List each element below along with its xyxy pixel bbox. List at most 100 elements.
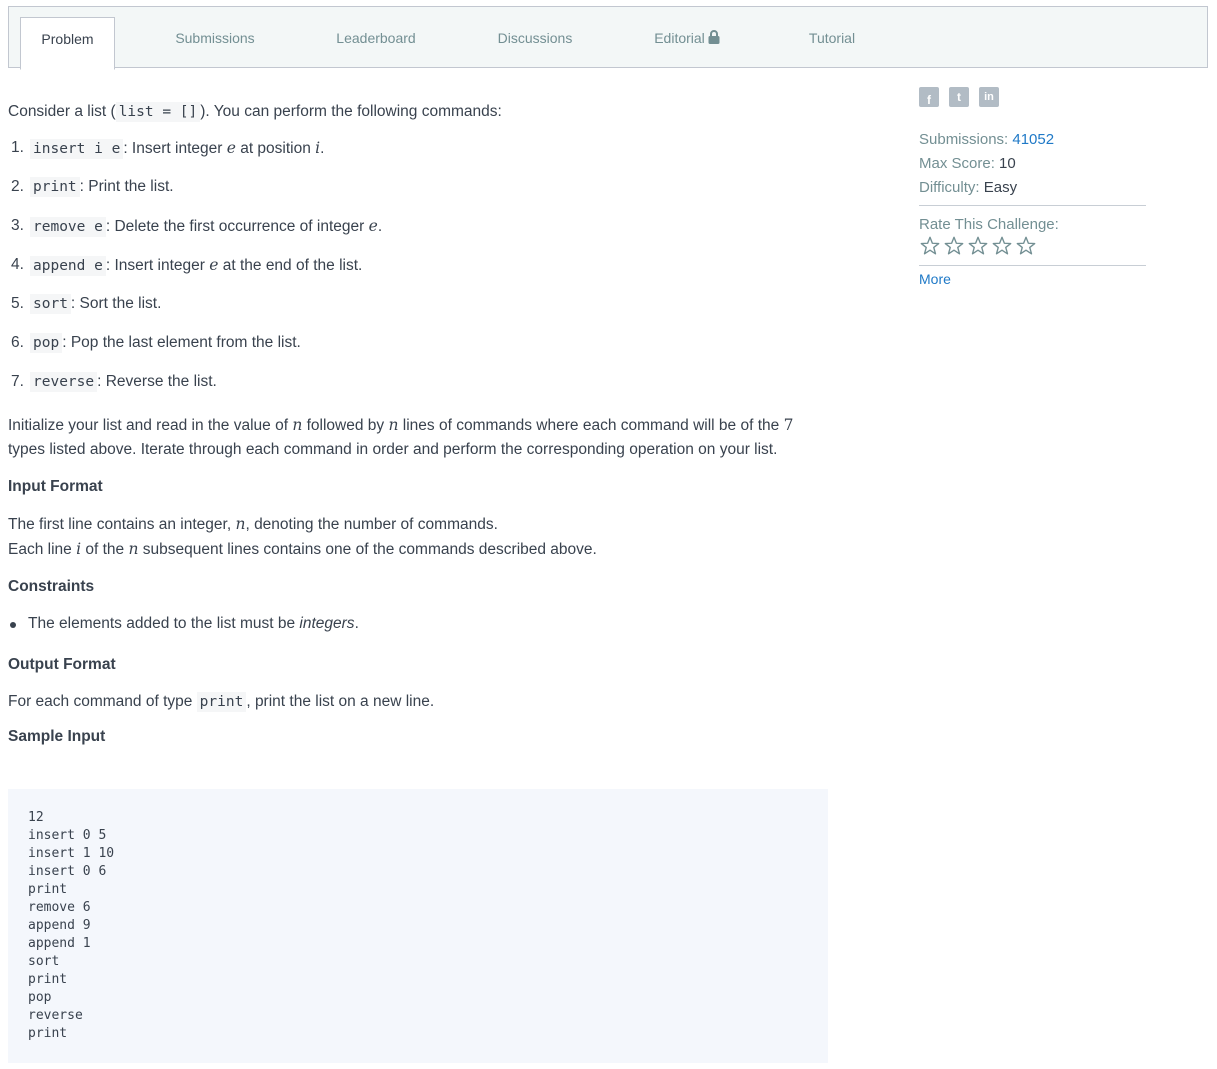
- commands-list: 1. insert i e: Insert integer e at positi…: [8, 136, 828, 409]
- output-format-heading: Output Format: [8, 656, 116, 673]
- math-number: 7: [783, 416, 794, 434]
- emphasis-text: integers: [299, 615, 355, 632]
- command-code: print: [30, 177, 80, 197]
- item-number: 1.: [11, 139, 24, 156]
- item-number: 2.: [11, 178, 24, 195]
- text-span: Initialize your list and read in the val…: [8, 417, 293, 434]
- star-icon[interactable]: [919, 235, 941, 257]
- star-icon[interactable]: [967, 235, 989, 257]
- list-item: 1. insert i e: Insert integer e at positi…: [8, 136, 828, 175]
- math-var: e: [226, 139, 236, 157]
- math-var: e: [368, 217, 378, 235]
- divider: [919, 205, 1146, 206]
- list-item: 5. sort: Sort the list.: [8, 292, 828, 331]
- tab-leaderboard[interactable]: Leaderboard: [316, 17, 436, 69]
- rating-block: Rate This Challenge:: [919, 216, 1146, 257]
- tab-submissions[interactable]: Submissions: [153, 17, 277, 69]
- tab-discussions[interactable]: Discussions: [477, 17, 593, 69]
- text-span: followed by: [302, 417, 389, 434]
- stat-label: Max Score:: [919, 155, 995, 172]
- command-code: insert i e: [30, 139, 124, 159]
- input-format-text: The first line contains an integer, n, d…: [8, 512, 828, 562]
- linkedin-icon[interactable]: in: [979, 87, 999, 107]
- divider: [919, 265, 1146, 266]
- item-number: 6.: [11, 334, 24, 351]
- more-link[interactable]: More: [919, 271, 1146, 287]
- difficulty-stat: Difficulty: Easy: [919, 176, 1146, 200]
- constraints-list: The elements added to the list must be i…: [8, 612, 828, 636]
- command-desc: at the end of the list.: [218, 257, 363, 274]
- math-var: n: [235, 515, 246, 533]
- max-score-stat: Max Score: 10: [919, 152, 1146, 176]
- text-span: The elements added to the list must be: [28, 615, 300, 632]
- tab-editorial-label: Editorial: [654, 30, 705, 46]
- rating-stars: [919, 235, 1146, 257]
- command-desc: .: [320, 140, 325, 157]
- submissions-link[interactable]: 41052: [1012, 131, 1054, 148]
- lock-icon: [708, 18, 720, 60]
- challenge-sidebar: f t in Submissions: 41052 Max Score: 10 …: [919, 87, 1146, 287]
- intro-code: list = []: [115, 102, 201, 122]
- social-share: f t in: [919, 87, 1146, 107]
- list-item: 4. append e: Insert integer e at the end …: [8, 253, 828, 292]
- challenge-tab-bar: Problem Submissions Leaderboard Discussi…: [8, 6, 1208, 70]
- constraints-heading: Constraints: [8, 578, 95, 595]
- text-span: lines of commands where each command wil…: [398, 417, 784, 434]
- item-number: 7.: [11, 373, 24, 390]
- item-number: 5.: [11, 295, 24, 312]
- stat-label: Submissions:: [919, 131, 1009, 148]
- twitter-icon[interactable]: t: [949, 87, 969, 107]
- command-desc: Insert integer: [110, 257, 210, 274]
- command-code: append e: [30, 256, 106, 276]
- facebook-icon[interactable]: f: [919, 87, 939, 107]
- init-paragraph: Initialize your list and read in the val…: [8, 413, 828, 462]
- inline-code: print: [196, 692, 247, 712]
- text-span: subsequent lines contains one of the com…: [138, 541, 597, 558]
- tab-problem[interactable]: Problem: [20, 17, 115, 70]
- output-format-text: For each command of type print, print th…: [8, 690, 828, 714]
- text-span: of the: [81, 541, 129, 558]
- star-icon[interactable]: [991, 235, 1013, 257]
- command-code: pop: [30, 333, 63, 353]
- math-var: n: [388, 416, 399, 434]
- command-code: sort: [30, 294, 71, 314]
- math-var: n: [128, 540, 139, 558]
- text-span: Each line: [8, 541, 77, 558]
- command-desc: Sort the list.: [75, 295, 162, 312]
- input-format-heading: Input Format: [8, 478, 103, 495]
- list-item: The elements added to the list must be i…: [8, 612, 828, 636]
- text-span: For each command of type: [8, 693, 197, 710]
- list-item: 7. reverse: Reverse the list.: [8, 370, 828, 409]
- text-span: , denoting the number of commands.: [245, 516, 498, 533]
- command-desc: Delete the first occurrence of integer: [110, 218, 369, 235]
- star-icon[interactable]: [1015, 235, 1037, 257]
- intro-paragraph: Consider a list (list = []). You can per…: [8, 100, 828, 124]
- sample-input-heading: Sample Input: [8, 728, 106, 745]
- text-span: types listed above. Iterate through each…: [8, 441, 778, 458]
- tab-tutorial[interactable]: Tutorial: [794, 17, 870, 69]
- text-span: .: [354, 615, 359, 632]
- sample-input-block: 12 insert 0 5 insert 1 10 insert 0 6 pri…: [8, 789, 828, 1063]
- list-item: 2. print: Print the list.: [8, 175, 828, 214]
- rate-label: Rate This Challenge:: [919, 216, 1059, 233]
- stat-value: Easy: [983, 179, 1018, 196]
- star-icon[interactable]: [943, 235, 965, 257]
- stat-value: 10: [999, 155, 1016, 172]
- command-desc: Print the list.: [83, 178, 174, 195]
- command-desc: .: [377, 218, 383, 235]
- problem-statement: Consider a list (list = []). You can per…: [8, 100, 828, 762]
- command-desc: Pop the last element from the list.: [66, 334, 301, 351]
- command-desc: at position: [235, 140, 316, 157]
- item-number: 3.: [11, 217, 24, 234]
- list-item: 3. remove e: Delete the first occurrence …: [8, 214, 828, 253]
- stats-block: Submissions: 41052 Max Score: 10 Difficu…: [919, 128, 1146, 200]
- math-var: n: [292, 416, 303, 434]
- command-code: reverse: [30, 372, 98, 392]
- submissions-stat: Submissions: 41052: [919, 128, 1146, 152]
- tab-editorial[interactable]: Editorial: [635, 17, 739, 69]
- intro-text-end: ). You can perform the following command…: [200, 103, 502, 120]
- command-desc: Reverse the list.: [101, 373, 217, 390]
- stat-label: Difficulty:: [919, 179, 980, 196]
- text-span: , print the list on a new line.: [246, 693, 435, 710]
- list-item: 6. pop: Pop the last element from the lis…: [8, 331, 828, 370]
